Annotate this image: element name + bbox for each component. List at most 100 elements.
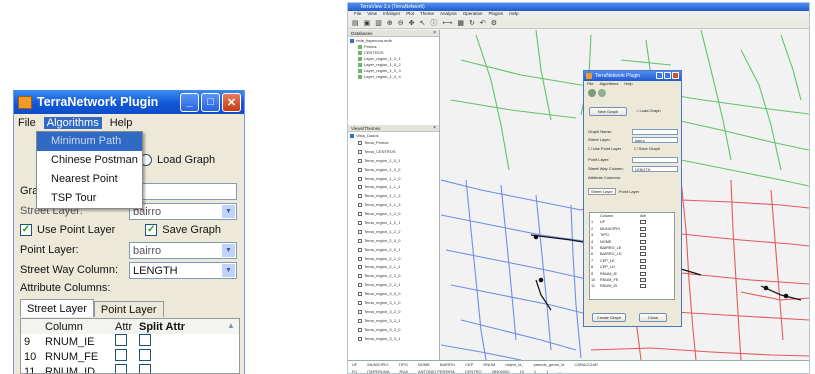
maximize-icon[interactable]: [664, 72, 671, 79]
theme-visibility-checkbox[interactable]: [358, 185, 362, 190]
open-icon[interactable]: ▣: [364, 19, 371, 27]
create-graph-button[interactable]: Create Graph: [592, 313, 626, 322]
tab-street-layer[interactable]: Street Layer: [20, 299, 94, 317]
close-icon[interactable]: [672, 72, 679, 79]
theme-item[interactable]: Tema_region_3_0_0: [350, 290, 439, 299]
grid-column-header[interactable]: CEP: [465, 361, 473, 368]
minimize-icon[interactable]: _: [180, 92, 199, 112]
menu-algorithms[interactable]: Algorithms: [599, 81, 618, 87]
menu-file[interactable]: File: [18, 117, 36, 129]
attr-checkbox[interactable]: [640, 220, 646, 225]
use-point-layer-checkbox[interactable]: ✓: [20, 224, 32, 236]
grid-column-header[interactable]: pseudo_geom_id: [534, 361, 565, 368]
tab-point-layer[interactable]: Point Layer: [93, 301, 164, 317]
point-layer-select[interactable]: [632, 157, 678, 163]
tree-item[interactable]: Layer_region_1_0_4: [350, 74, 439, 80]
theme-visibility-checkbox[interactable]: [358, 229, 362, 234]
theme-item[interactable]: Tema_region_2_2_0: [350, 272, 439, 281]
load-graph-radio[interactable]: ○ Load Graph: [636, 108, 661, 114]
info-icon[interactable]: ⓘ: [430, 18, 437, 28]
theme-visibility-checkbox[interactable]: [358, 336, 362, 341]
theme-item[interactable]: Tema_region_2_0_0: [350, 237, 439, 246]
theme-item[interactable]: Tema_region_3_2_0: [350, 308, 439, 317]
run-icon[interactable]: [588, 89, 596, 97]
theme-item[interactable]: Tema_region_3_1_0: [350, 299, 439, 308]
theme-visibility-checkbox[interactable]: [358, 309, 362, 314]
app-menu-analysis[interactable]: Analysis: [440, 11, 457, 17]
app-menu-plot[interactable]: Plot: [406, 11, 414, 17]
theme-visibility-checkbox[interactable]: [358, 300, 362, 305]
attr-checkbox[interactable]: [640, 245, 646, 250]
graph-name-input[interactable]: [129, 183, 237, 200]
undo-icon[interactable]: ↶: [480, 19, 486, 27]
theme-visibility-checkbox[interactable]: [358, 265, 362, 270]
grid-column-header[interactable]: object_id_: [505, 361, 523, 368]
attr-checkbox[interactable]: [640, 265, 646, 270]
theme-item[interactable]: Tema_region_2_2_1: [350, 281, 439, 290]
attr-checkbox[interactable]: [640, 226, 646, 231]
theme-item[interactable]: Tema_region_3_3_0: [350, 326, 439, 335]
theme-item[interactable]: Tema_region_1_2_0: [350, 210, 439, 219]
theme-item[interactable]: Tema_region_2_1_0: [350, 255, 439, 264]
attr-checkbox[interactable]: [115, 334, 127, 346]
app-menu-infolayer[interactable]: Infolayer: [383, 11, 400, 17]
app-menu-help[interactable]: Help: [509, 11, 518, 17]
tools-icon[interactable]: ⚙: [491, 19, 497, 27]
theme-visibility-checkbox[interactable]: [358, 176, 362, 181]
theme-visibility-checkbox[interactable]: [358, 140, 362, 145]
grid-column-header[interactable]: NOME: [418, 361, 430, 368]
theme-visibility-checkbox[interactable]: [358, 292, 362, 297]
menu-help[interactable]: Help: [110, 117, 133, 129]
route-node[interactable]: [533, 234, 539, 240]
split-attr-checkbox[interactable]: [139, 364, 151, 373]
theme-visibility-checkbox[interactable]: [358, 212, 362, 217]
split-attr-checkbox[interactable]: [139, 334, 151, 346]
theme-item[interactable]: Tema_region_3_3_1: [350, 335, 439, 344]
new-graph-radio[interactable]: New Graph: [589, 107, 627, 116]
theme-item[interactable]: Tema_Pontos: [350, 139, 439, 148]
tab-point-layer[interactable]: Point Layer: [617, 189, 641, 194]
theme-item[interactable]: Tema_region_1_2_1: [350, 219, 439, 228]
attr-checkbox[interactable]: [115, 364, 127, 373]
app-menu-view[interactable]: View: [367, 11, 377, 17]
theme-visibility-checkbox[interactable]: [358, 203, 362, 208]
theme-item[interactable]: Tema_region_1_1_0: [350, 175, 439, 184]
theme-visibility-checkbox[interactable]: [358, 167, 362, 172]
point-layer-select[interactable]: bairro ▼: [129, 242, 237, 259]
close-icon[interactable]: ×: [433, 125, 436, 132]
table-row[interactable]: RJ ITAPERUNA RUA ANTONIO PEREIRA CENTRO 28300…: [348, 368, 809, 373]
theme-item[interactable]: Tema_region_1_0_1: [350, 157, 439, 166]
menu-help[interactable]: Help: [624, 81, 632, 87]
attr-checkbox[interactable]: [115, 349, 127, 361]
pointer-icon[interactable]: ↖: [420, 19, 426, 27]
grid-column-header[interactable]: UF: [352, 361, 357, 368]
zoom-in-icon[interactable]: ⊕: [387, 19, 393, 27]
theme-item[interactable]: Tema_region_1_0_2: [350, 166, 439, 175]
ruler-icon[interactable]: ⟷: [442, 19, 452, 27]
grid-column-header[interactable]: RNUM: [483, 361, 495, 368]
plugin-window-title-bar[interactable]: TerraNetwork Plugin _ □ ✕: [14, 90, 244, 114]
scroll-up-icon[interactable]: ▲: [225, 321, 237, 332]
theme-visibility-checkbox[interactable]: [358, 283, 362, 288]
zoom-out-icon[interactable]: ⊖: [398, 19, 404, 27]
close-icon[interactable]: ×: [433, 30, 436, 37]
app-menu-theme[interactable]: Theme: [420, 11, 434, 17]
use-point-layer-checkbox[interactable]: ☐ Use Point Layer: [588, 146, 621, 152]
refresh-icon[interactable]: ↻: [469, 19, 475, 27]
theme-item[interactable]: Tema_region_1_1_1: [350, 183, 439, 192]
theme-visibility-checkbox[interactable]: [358, 318, 362, 323]
split-attr-checkbox[interactable]: [139, 349, 151, 361]
theme-item[interactable]: Tema_region_2_0_1: [350, 246, 439, 255]
menu-file[interactable]: File: [587, 81, 593, 87]
graph-name-input[interactable]: [632, 129, 678, 135]
theme-visibility-checkbox[interactable]: [358, 238, 362, 243]
close-icon[interactable]: ✕: [222, 92, 241, 112]
theme-item[interactable]: Tema_region_2_1_1: [350, 263, 439, 272]
street-layer-select[interactable]: bairro: [632, 137, 678, 143]
app-title-bar[interactable]: TerraView 3.x (TerraNetwork): [348, 3, 809, 11]
grid-icon[interactable]: ▦: [457, 19, 464, 27]
menu-item-nearest-point[interactable]: Nearest Point: [37, 170, 142, 189]
maximize-icon[interactable]: □: [201, 92, 220, 112]
route-node[interactable]: [783, 293, 789, 299]
menu-algorithms[interactable]: Algorithms: [43, 116, 102, 129]
